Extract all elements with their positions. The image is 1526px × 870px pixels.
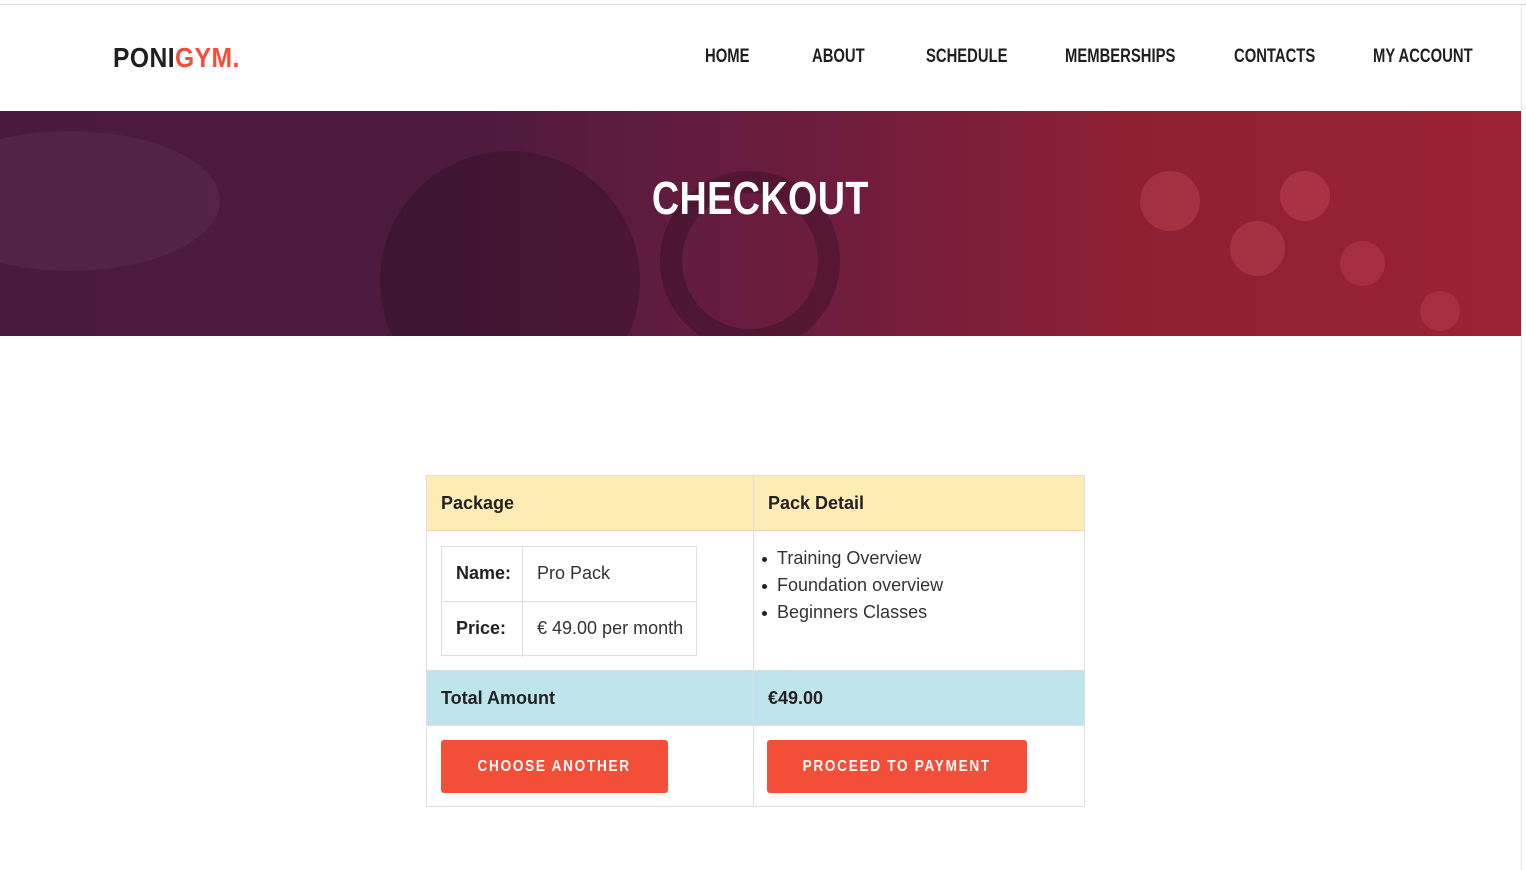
package-info-table: Name: Pro Pack Price: € 49.00 per month (441, 546, 697, 657)
nav-item-memberships[interactable]: MEMBERSHIPS (1065, 46, 1175, 68)
nav-item-about[interactable]: ABOUT (812, 46, 865, 68)
pack-detail-list: Training Overview Foundation overview Be… (761, 548, 943, 629)
action-cell-right: PROCEED TO PAYMENT (754, 726, 1084, 806)
package-name-value: Pro Pack (537, 563, 611, 583)
page-banner: CHECKOUT (0, 111, 1521, 336)
package-name-label: Name: (442, 547, 523, 601)
action-cell-left: CHOOSE ANOTHER (427, 726, 754, 806)
banner-decoration (1230, 221, 1285, 276)
scrollbar[interactable] (1521, 5, 1526, 870)
package-price-row: Price: € 49.00 per month (442, 602, 696, 657)
nav-item-home[interactable]: HOME (705, 46, 749, 68)
checkout-table: Package Pack Detail Name: Pro Pack Price… (426, 475, 1085, 807)
list-item: Training Overview (761, 548, 943, 575)
package-name-row: Name: Pro Pack (442, 547, 696, 602)
table-row-package: Name: Pro Pack Price: € 49.00 per month … (427, 531, 1084, 671)
package-price-label: Price: (442, 602, 523, 657)
nav-item-my-account[interactable]: MY ACCOUNT (1373, 46, 1473, 68)
nav-item-contacts[interactable]: CONTACTS (1234, 46, 1315, 68)
banner-decoration (1420, 291, 1460, 331)
package-cell: Name: Pro Pack Price: € 49.00 per month (427, 531, 754, 670)
total-label-cell: Total Amount (427, 671, 754, 725)
pack-detail-cell: Training Overview Foundation overview Be… (754, 531, 1084, 670)
proceed-to-payment-label: PROCEED TO PAYMENT (802, 757, 992, 775)
total-value-cell: €49.00 (754, 671, 1084, 725)
table-header-row: Package Pack Detail (427, 476, 1084, 531)
total-amount-value: €49.00 (768, 688, 824, 708)
list-item: Foundation overview (761, 575, 943, 602)
list-item: Beginners Classes (761, 602, 943, 629)
header-cell-pack-detail: Pack Detail (754, 476, 1084, 530)
nav-item-schedule[interactable]: SCHEDULE (926, 46, 1008, 68)
table-row-total: Total Amount €49.00 (427, 671, 1084, 726)
total-amount-label: Total Amount (441, 688, 555, 708)
browser-top-edge (0, 0, 1526, 5)
page-title: CHECKOUT (0, 171, 1521, 225)
header-package-label: Package (441, 493, 515, 513)
banner-decoration (1340, 241, 1385, 286)
header-pack-detail-label: Pack Detail (768, 493, 865, 513)
table-row-actions: CHOOSE ANOTHER PROCEED TO PAYMENT (427, 726, 1084, 806)
page-title-text: CHECKOUT (651, 172, 870, 224)
main-nav: HOME ABOUT SCHEDULE MEMBERSHIPS CONTACTS… (0, 46, 1521, 70)
proceed-to-payment-button[interactable]: PROCEED TO PAYMENT (767, 740, 1027, 793)
choose-another-label: CHOOSE ANOTHER (477, 757, 632, 775)
header-cell-package: Package (427, 476, 754, 530)
choose-another-button[interactable]: CHOOSE ANOTHER (441, 740, 668, 793)
package-price-value: € 49.00 per month (537, 618, 684, 638)
site-header: PONIGYM. HOME ABOUT SCHEDULE MEMBERSHIPS… (0, 6, 1521, 111)
